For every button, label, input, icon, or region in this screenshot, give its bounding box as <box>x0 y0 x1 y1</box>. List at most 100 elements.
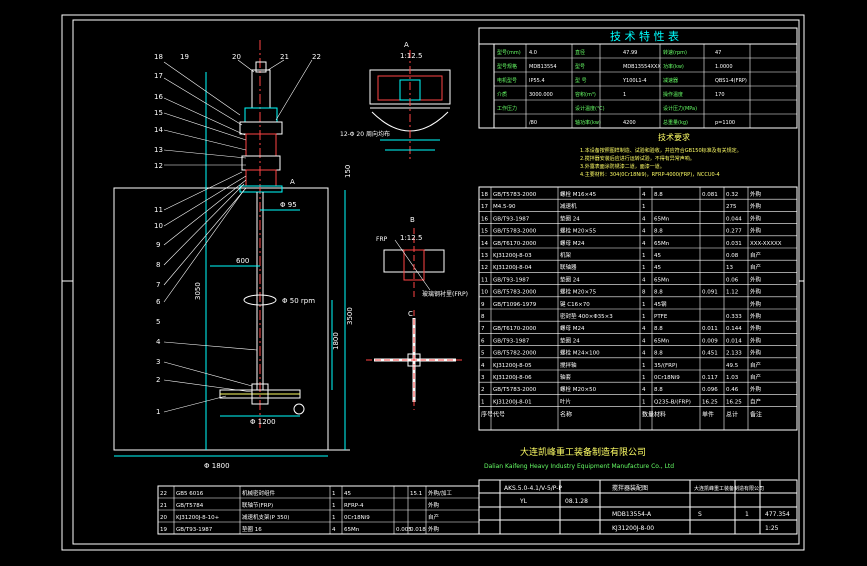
tech-table-title: 技 术 特 性 表 <box>610 29 679 43</box>
title-code: MDB13554-A <box>612 511 652 518</box>
tech-cell: 减速器 <box>663 77 678 84</box>
title-drawing-no: KJ31200J-8-00 <box>612 525 654 532</box>
motor <box>251 69 271 109</box>
title-sheet: 1 <box>745 511 749 518</box>
parts-cell: 1 <box>642 265 646 271</box>
parts-cell: XXX-XXXXX <box>750 241 782 247</box>
parts-cell: 1.03 <box>726 375 739 381</box>
parts-cell: 18 <box>481 192 488 198</box>
parts-cell: 0.144 <box>726 326 742 332</box>
company-name-en: Dalian Kaifeng Heavy Industry Equipment … <box>484 463 674 470</box>
callout-10: 10 <box>154 222 163 230</box>
tech-cell: 型 号 <box>575 77 587 84</box>
dim-150: 150 <box>344 165 352 178</box>
tech-cell: MDB13554 <box>529 64 557 70</box>
parts-cell: 螺栓 M20×50 <box>560 385 597 393</box>
callout-numbers: 18 19 20 21 22 17 16 15 14 13 12 11 10 9… <box>154 53 321 416</box>
parts-cell: 35/(FRP) <box>654 363 677 369</box>
parts-cell: KJ31200J-8-06 <box>493 375 532 381</box>
tech-cell: 4200 <box>623 120 636 126</box>
title-date: 08.1.28 <box>565 498 588 505</box>
parts-cell: 1.12 <box>726 290 738 296</box>
lower-parts-cell: 19 <box>160 527 167 533</box>
lower-parts-cell: GB/T93-1987 <box>176 527 213 533</box>
parts-cell: GB/T93-1987 <box>493 277 530 283</box>
parts-cell: GB/T6170-2000 <box>493 241 537 247</box>
parts-cell: 0.117 <box>702 375 718 381</box>
lower-parts-cell: 1 <box>332 491 336 497</box>
parts-cell: PTFE <box>654 314 668 320</box>
cad-drawing-sheet: 18 19 20 21 22 17 16 15 14 13 12 11 10 9… <box>0 0 867 562</box>
lower-parts-cell: 1 <box>332 515 336 521</box>
parts-cell: 12 <box>481 265 488 271</box>
drawing-canvas: 18 19 20 21 22 17 16 15 14 13 12 11 10 9… <box>61 14 805 551</box>
parts-cell: GB/T5783-2000 <box>493 387 537 393</box>
parts-cell: GB/T1096-1979 <box>493 302 537 308</box>
parts-cell: 键 C16×70 <box>560 300 590 308</box>
parts-cell: GB/T5783-2000 <box>493 229 537 235</box>
view-a-detail: A 1:12.5 12-Φ 20 周向均布 <box>340 41 451 160</box>
parts-cell: 螺栓 M16×45 <box>560 190 597 198</box>
parts-cell: GB/T5783-2000 <box>493 290 537 296</box>
tech-cell: 型号(mm) <box>497 49 521 56</box>
parts-cell: 外购 <box>750 288 762 296</box>
view-b-detail: B 1:12.5 FRP 玻璃钢衬里(FRP) <box>376 216 468 300</box>
parts-cell: 轴套 <box>560 373 572 381</box>
parts-cell: 7 <box>481 326 485 332</box>
tech-cell: 直径 <box>575 49 585 56</box>
label-a: A <box>290 178 295 186</box>
tech-cell: 170 <box>715 92 725 98</box>
parts-cell: 0.08 <box>726 253 739 259</box>
parts-header-cell: 名称 <box>560 411 572 419</box>
parts-cell: 机架 <box>560 251 572 259</box>
tank-outline <box>113 187 329 451</box>
lower-parts-cell: 0.018 <box>410 527 426 533</box>
parts-cell: 8.8 <box>654 351 663 357</box>
parts-header-cell: 备注 <box>750 411 762 419</box>
callout-21: 21 <box>280 53 289 61</box>
parts-cell: 0.096 <box>702 387 718 393</box>
parts-cell: GB/T93-1987 <box>493 216 530 222</box>
tech-cell: 1.0000 <box>715 64 733 70</box>
tech-cell: p=1100 <box>715 120 735 126</box>
parts-cell: 49.5 <box>726 363 739 369</box>
lower-parts-cell: GB5 6016 <box>176 491 204 497</box>
parts-cell: GB/T93-1987 <box>493 338 530 344</box>
callout-18: 18 <box>154 53 163 61</box>
dim-d95: Φ 95 <box>280 201 297 209</box>
parts-cell: 0.014 <box>726 338 742 344</box>
parts-cell: 13 <box>726 265 733 271</box>
parts-cell: 6 <box>481 338 485 344</box>
lower-parts-cell: 20 <box>160 515 167 521</box>
parts-cell: 螺栓 M24×100 <box>560 349 600 357</box>
parts-cell: 3 <box>481 375 485 381</box>
tech-cell: 设计压力(MPa) <box>663 105 697 112</box>
parts-cell: 1 <box>481 399 485 405</box>
parts-cell: 减速机 <box>560 202 577 210</box>
parts-cell: 外购 <box>750 324 762 332</box>
dim-rpm: Φ 50 rpm <box>282 297 315 305</box>
lower-parts-cell: 外购/加工 <box>428 489 452 497</box>
dim-d1200: Φ 1200 <box>250 418 276 426</box>
tech-spec-table: 型号(mm) 4.0 直径 47.99 转速(rpm) 47 型号规格 MDB13554 型号 M… <box>478 27 798 129</box>
tech-cell: 47.99 <box>623 50 637 56</box>
parts-cell: 4 <box>642 387 646 393</box>
lower-parts-cell: 减速机支架(P 350) <box>242 513 289 521</box>
parts-cell: 8 <box>642 290 646 296</box>
parts-header-cell: 总计 <box>726 411 738 419</box>
parts-cell: 8 <box>481 314 485 320</box>
parts-cell: 0.333 <box>726 314 742 320</box>
lower-parts-cell: 外购 <box>428 525 440 533</box>
callout-leaders <box>163 59 313 413</box>
tech-cell: 3000.000 <box>529 92 553 98</box>
tech-req-2: 2.搅拌器安装后应进行运转试验，不得有异常声响。 <box>580 155 695 162</box>
parts-cell: 13 <box>481 253 488 259</box>
parts-cell: 8.8 <box>654 387 663 393</box>
tech-cell: 容积(m³) <box>575 91 596 98</box>
parts-cell: 4 <box>642 277 646 283</box>
lower-parts-cell: 联轴节(FRP) <box>242 501 273 509</box>
parts-cell: 45钢 <box>654 300 667 308</box>
lower-parts-cell: GB/T5784 <box>176 503 204 509</box>
parts-cell: 自产 <box>750 251 762 259</box>
lower-parts-cell: 机械密封组件 <box>242 489 276 497</box>
